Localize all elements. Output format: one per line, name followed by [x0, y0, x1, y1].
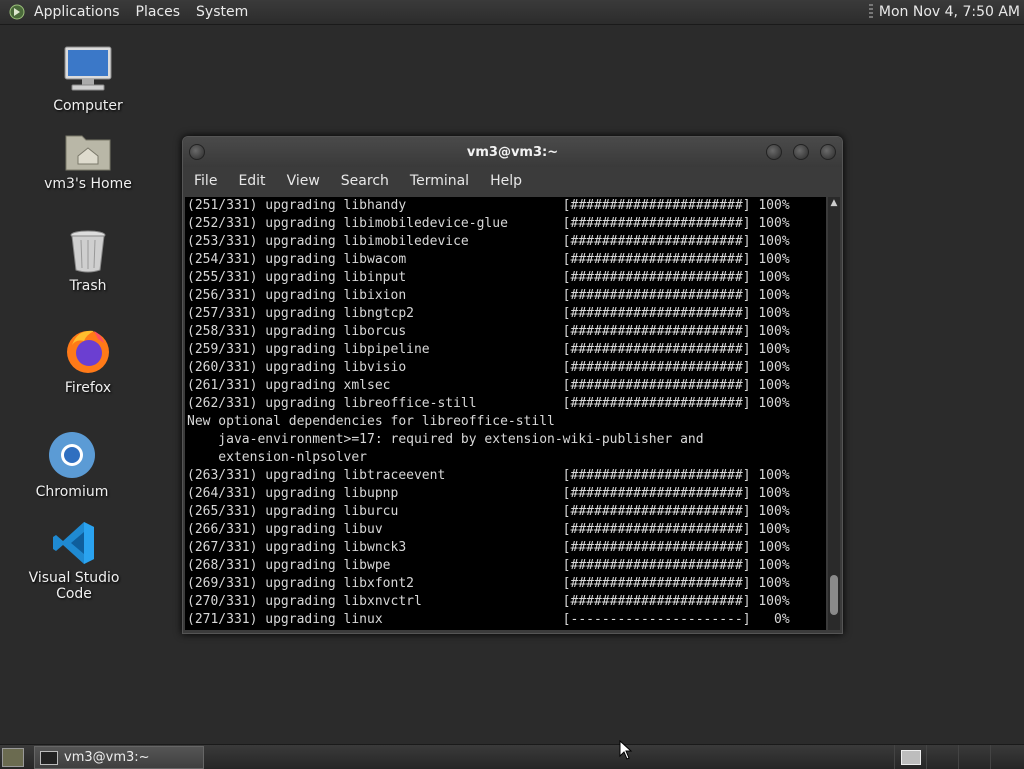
- terminal-line: (260/331) upgrading libvisio [##########…: [187, 360, 790, 375]
- desktop-icon-label: Trash: [69, 278, 107, 294]
- terminal-icon: [40, 750, 58, 765]
- trash-icon: [70, 230, 106, 273]
- taskbar-window-button[interactable]: vm3@vm3:~: [34, 746, 204, 769]
- desktop-icon-label: Visual Studio Code: [28, 570, 120, 602]
- maximize-button[interactable]: [793, 144, 809, 160]
- clock[interactable]: Mon Nov 4, 7:50 AM: [879, 4, 1020, 20]
- terminal-output[interactable]: (251/331) upgrading libhandy [##########…: [185, 197, 826, 630]
- desktop-icon-label: Firefox: [64, 380, 112, 396]
- bottom-panel: vm3@vm3:~: [0, 744, 1024, 769]
- terminal-scrollbar[interactable]: ▲: [828, 197, 840, 630]
- applications-menu[interactable]: Applications: [34, 4, 120, 20]
- top-panel: Applications Places System Mon Nov 4, 7:…: [0, 0, 1024, 25]
- close-button[interactable]: [820, 144, 836, 160]
- desktop-icon-chromium[interactable]: Chromium: [32, 430, 112, 500]
- menu-help[interactable]: Help: [490, 173, 522, 189]
- terminal-line: (256/331) upgrading libixion [##########…: [187, 288, 790, 303]
- terminal-line: (271/331) upgrading linux [-------------…: [187, 612, 790, 627]
- terminal-line: New optional dependencies for libreoffic…: [187, 414, 555, 429]
- menu-edit[interactable]: Edit: [238, 173, 265, 189]
- desktop-icon-vscode[interactable]: Visual Studio Code: [14, 520, 134, 602]
- terminal-line: (255/331) upgrading libinput [##########…: [187, 270, 790, 285]
- terminal-line: (266/331) upgrading libuv [#############…: [187, 522, 790, 537]
- window-titlebar[interactable]: vm3@vm3:~: [183, 137, 842, 167]
- desktop-icon-home[interactable]: vm3's Home: [38, 128, 138, 192]
- system-menu[interactable]: System: [196, 4, 248, 20]
- desktop-icon-trash[interactable]: Trash: [48, 228, 128, 294]
- desktop-icon-firefox[interactable]: Firefox: [48, 326, 128, 396]
- workspace-2[interactable]: [926, 745, 957, 769]
- scroll-up-arrow-icon[interactable]: ▲: [828, 197, 840, 209]
- home-folder-icon: [65, 135, 111, 171]
- menu-search[interactable]: Search: [341, 173, 389, 189]
- terminal-line: (269/331) upgrading libxfont2 [#########…: [187, 576, 790, 591]
- terminal-line: (262/331) upgrading libreoffice-still [#…: [187, 396, 790, 411]
- terminal-line: (264/331) upgrading libupnp [###########…: [187, 486, 790, 501]
- vscode-icon: [53, 522, 94, 564]
- applications-menu-icon[interactable]: [8, 3, 26, 21]
- workspace-1[interactable]: [894, 745, 925, 769]
- places-menu[interactable]: Places: [136, 4, 181, 20]
- terminal-line: (259/331) upgrading libpipeline [#######…: [187, 342, 790, 357]
- terminal-line: (263/331) upgrading libtraceevent [#####…: [187, 468, 790, 483]
- menu-file[interactable]: File: [194, 173, 217, 189]
- terminal-line: (258/331) upgrading liborcus [##########…: [187, 324, 790, 339]
- menu-terminal[interactable]: Terminal: [410, 173, 469, 189]
- terminal-line: (251/331) upgrading libhandy [##########…: [187, 198, 790, 213]
- terminal-line: (268/331) upgrading libwpe [############…: [187, 558, 790, 573]
- minimize-button[interactable]: [766, 144, 782, 160]
- desktop-icon-label: Chromium: [35, 484, 109, 500]
- window-title: vm3@vm3:~: [466, 144, 559, 160]
- terminal-window[interactable]: vm3@vm3:~ File Edit View Search Terminal…: [182, 136, 843, 634]
- terminal-line: (267/331) upgrading libwnck3 [##########…: [187, 540, 790, 555]
- taskbar-window-label: vm3@vm3:~: [64, 750, 150, 765]
- terminal-menubar: File Edit View Search Terminal Help: [183, 167, 842, 195]
- terminal-line: (252/331) upgrading libimobiledevice-glu…: [187, 216, 790, 231]
- terminal-line: (257/331) upgrading libngtcp2 [#########…: [187, 306, 790, 321]
- menu-view[interactable]: View: [287, 173, 320, 189]
- firefox-icon: [67, 330, 109, 373]
- terminal-line: (254/331) upgrading libwacom [##########…: [187, 252, 790, 267]
- desktop-icon-label: vm3's Home: [44, 176, 132, 192]
- workspace-4[interactable]: [990, 745, 1021, 769]
- show-desktop-icon[interactable]: [2, 748, 24, 767]
- chromium-icon: [49, 432, 95, 478]
- terminal-line: extension-nlpsolver: [187, 450, 368, 465]
- terminal-line: (261/331) upgrading xmlsec [############…: [187, 378, 790, 393]
- scrollbar-thumb[interactable]: [830, 575, 838, 615]
- panel-handle[interactable]: [868, 4, 873, 20]
- mouse-cursor-icon: [619, 740, 633, 760]
- terminal-line: (270/331) upgrading libxnvctrl [########…: [187, 594, 790, 609]
- terminal-line: java-environment>=17: required by extens…: [187, 432, 704, 447]
- terminal-line: (265/331) upgrading liburcu [###########…: [187, 504, 790, 519]
- computer-icon: [64, 46, 112, 91]
- workspace-3[interactable]: [958, 745, 989, 769]
- desktop-icon-label: Computer: [53, 98, 123, 114]
- desktop-icon-computer[interactable]: Computer: [48, 44, 128, 114]
- window-menu-button[interactable]: [189, 144, 205, 160]
- terminal-line: (253/331) upgrading libimobiledevice [##…: [187, 234, 790, 249]
